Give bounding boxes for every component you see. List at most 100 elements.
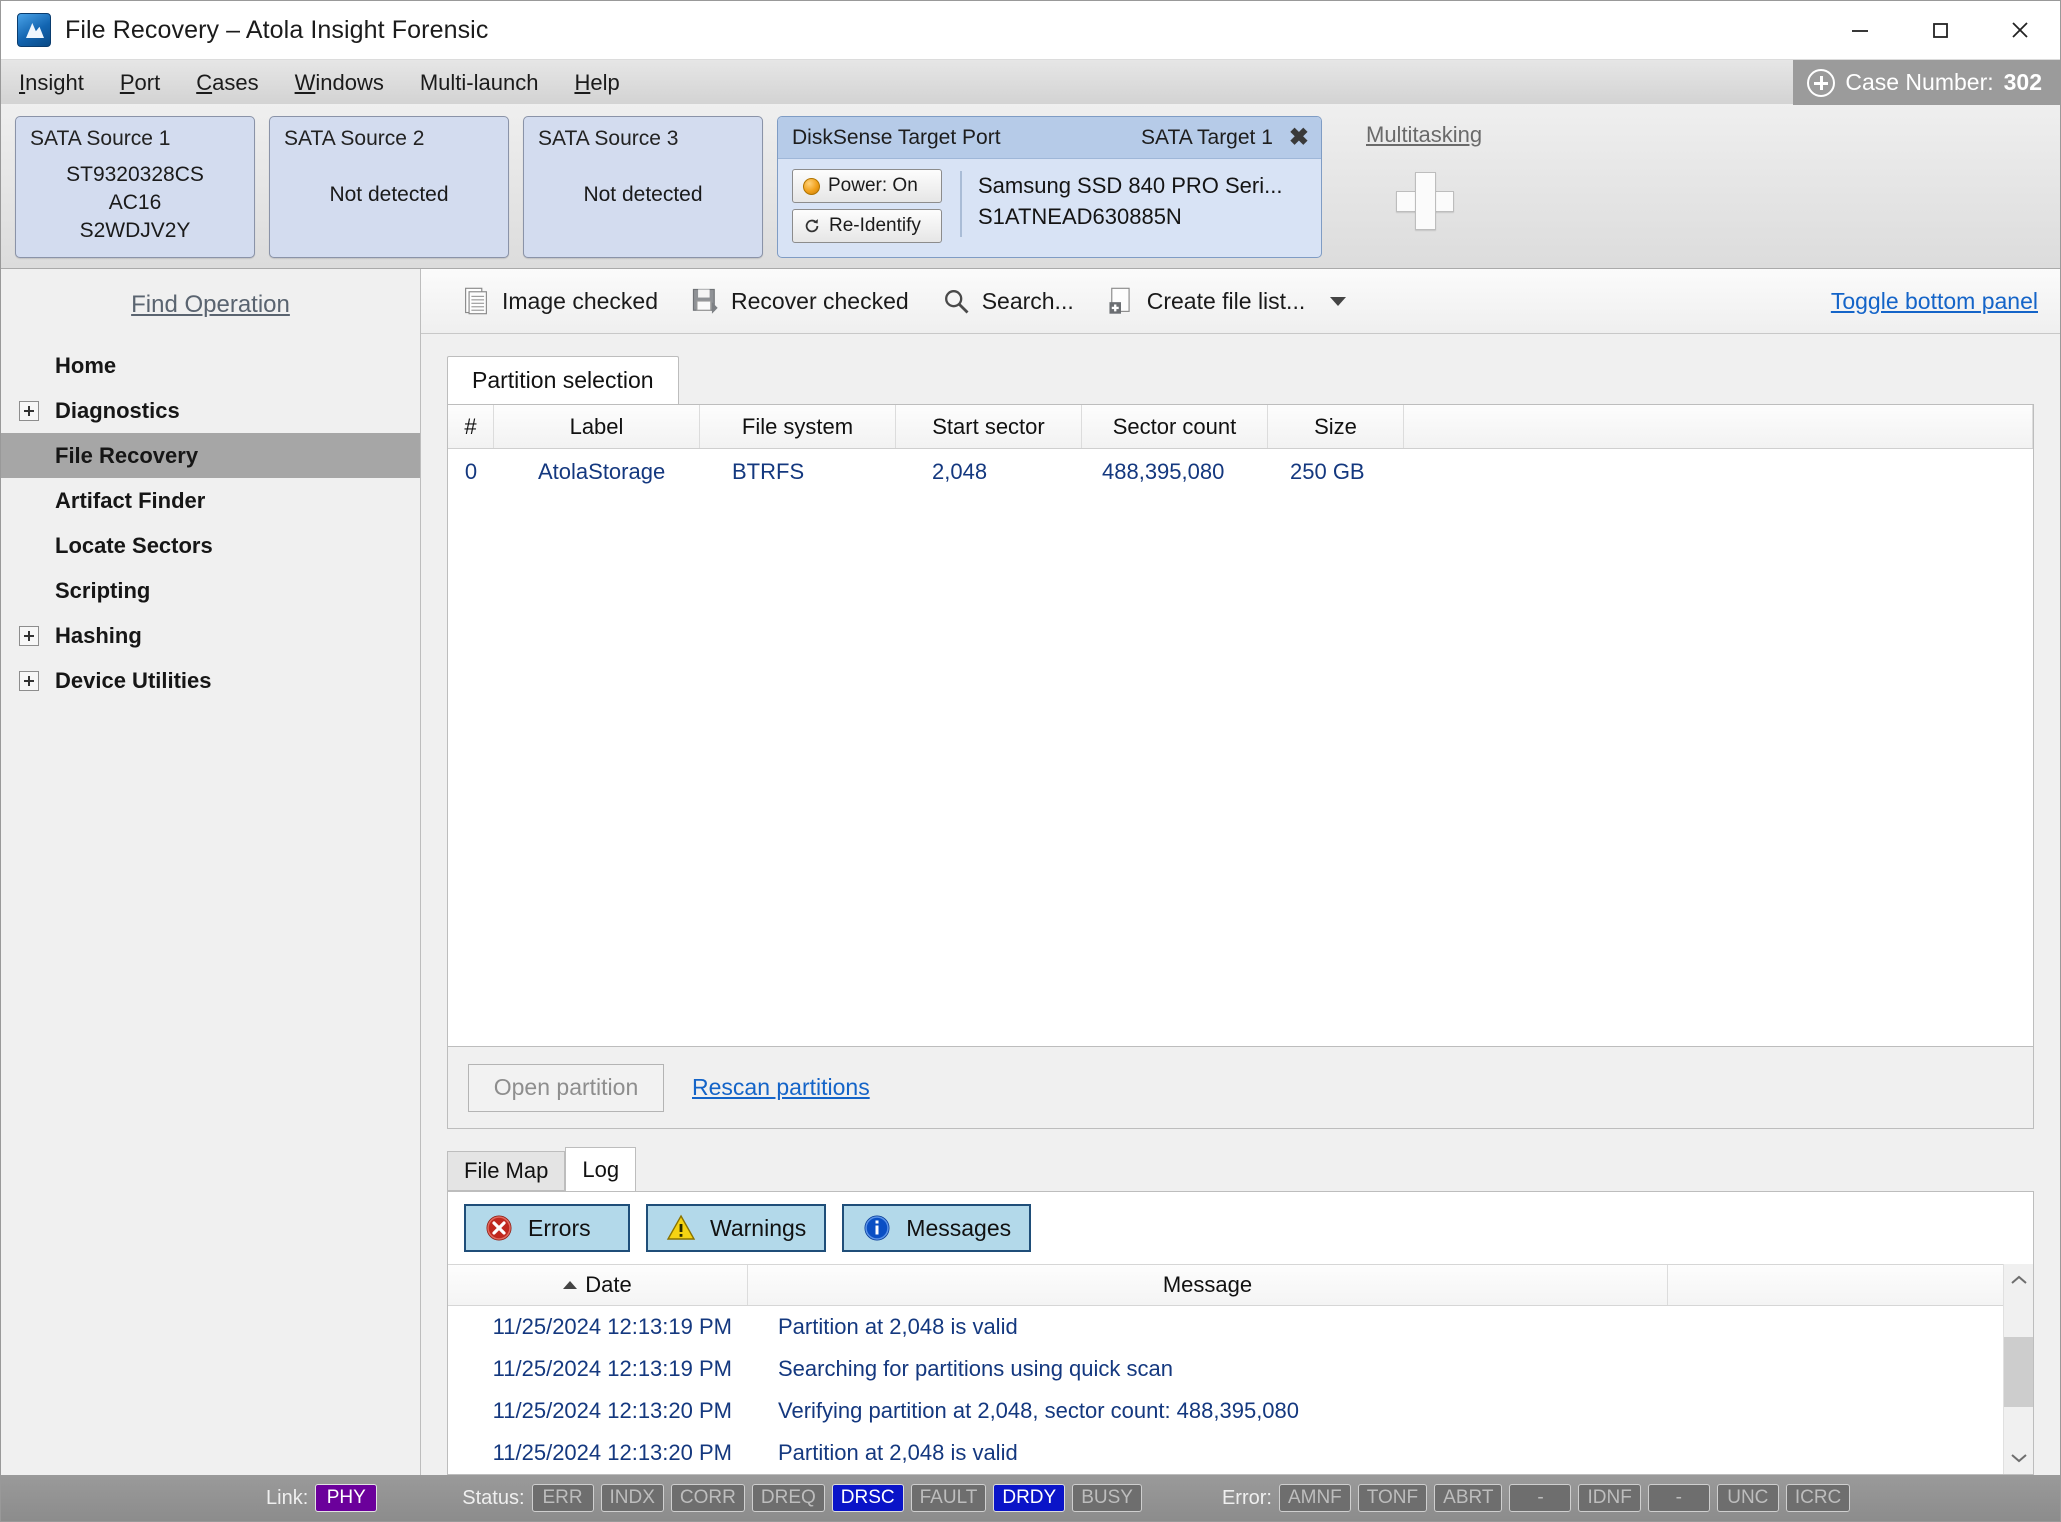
- toggle-bottom-panel-link[interactable]: Toggle bottom panel: [1831, 288, 2038, 315]
- column-header-start-sector[interactable]: Start sector: [896, 405, 1082, 448]
- status-flag-indx: INDX: [600, 1484, 664, 1512]
- link-group: Link: PHY: [266, 1484, 378, 1512]
- partition-table-header: # Label File system Start sector Sector …: [448, 405, 2033, 449]
- sidebar-item-home[interactable]: Home: [1, 343, 420, 388]
- close-button[interactable]: [1980, 1, 2060, 59]
- power-button[interactable]: Power: On: [792, 169, 942, 203]
- sidebar-item-scripting[interactable]: Scripting: [1, 568, 420, 613]
- target-drive-serial: S1ATNEAD630885N: [978, 203, 1182, 229]
- expand-icon[interactable]: [19, 400, 39, 421]
- column-header-file-system[interactable]: File system: [700, 405, 896, 448]
- filter-warnings-button[interactable]: Warnings: [646, 1204, 827, 1252]
- sidebar-item-file-recovery[interactable]: File Recovery: [1, 433, 420, 478]
- sidebar-item-diagnostics[interactable]: Diagnostics: [1, 388, 420, 433]
- filter-messages-button[interactable]: Messages: [842, 1204, 1032, 1252]
- document-add-icon: [1109, 287, 1130, 314]
- log-row[interactable]: 11/25/2024 12:13:19 PM Searching for par…: [448, 1348, 2003, 1390]
- column-header-number[interactable]: #: [448, 405, 494, 448]
- scrollbar-track[interactable]: [2004, 1296, 2033, 1442]
- tab-log[interactable]: Log: [565, 1147, 637, 1191]
- filter-errors-button[interactable]: Errors: [464, 1204, 630, 1252]
- link-phy-badge: PHY: [315, 1484, 378, 1512]
- column-header-date[interactable]: Date: [448, 1265, 748, 1305]
- multitasking-link[interactable]: Multitasking: [1366, 122, 1482, 147]
- scrollbar-thumb[interactable]: [2004, 1336, 2033, 1407]
- sidebar-item-hashing[interactable]: Hashing: [1, 613, 420, 658]
- image-checked-button[interactable]: Image checked: [447, 280, 672, 322]
- sidebar-item-label: Locate Sectors: [55, 532, 213, 558]
- menu-item-insight[interactable]: Insight: [1, 60, 102, 105]
- sidebar-item-label: Home: [55, 352, 117, 378]
- filter-warnings-label: Warnings: [710, 1214, 807, 1241]
- status-flag-err: ERR: [531, 1484, 594, 1512]
- column-header-log-spacer: [1668, 1265, 2003, 1305]
- sata-source-2-status: Not detected: [329, 183, 449, 206]
- error-icon: [486, 1215, 512, 1241]
- sata-source-3-card[interactable]: SATA Source 3 Not detected: [523, 116, 763, 258]
- close-icon[interactable]: ✖: [1289, 125, 1309, 150]
- table-row[interactable]: 0 AtolaStorage BTRFS 2,048 488,395,080 2…: [448, 449, 2033, 495]
- search-button[interactable]: Search...: [927, 280, 1088, 322]
- column-header-size[interactable]: Size: [1268, 405, 1404, 448]
- cell-size: 250 GB: [1290, 459, 1365, 484]
- column-header-label[interactable]: Label: [494, 405, 700, 448]
- log-message: Verifying partition at 2,048, sector cou…: [778, 1398, 1300, 1423]
- scroll-up-icon[interactable]: [2004, 1264, 2033, 1296]
- chevron-down-icon[interactable]: [1330, 296, 1347, 306]
- log-vertical-scrollbar[interactable]: [2003, 1264, 2033, 1474]
- sata-source-3-title: SATA Source 3: [538, 127, 679, 150]
- error-flag-amnf: AMNF: [1278, 1484, 1351, 1512]
- sidebar-item-device-utilities[interactable]: Device Utilities: [1, 658, 420, 703]
- menu-item-cases[interactable]: Cases: [178, 60, 276, 105]
- power-led-icon: [803, 177, 820, 195]
- find-operation-link[interactable]: Find Operation: [1, 291, 420, 319]
- menu-item-windows[interactable]: Windows: [277, 60, 402, 105]
- log-table-header: Date Message: [448, 1264, 2003, 1306]
- disksense-target-port-card[interactable]: DiskSense Target Port SATA Target 1 ✖ Po…: [777, 116, 1322, 258]
- error-flag-tonf: TONF: [1357, 1484, 1428, 1512]
- open-partition-button[interactable]: Open partition: [468, 1063, 664, 1112]
- tab-file-map[interactable]: File Map: [447, 1151, 566, 1191]
- link-label: Link:: [266, 1486, 309, 1509]
- divider: [960, 171, 962, 237]
- log-filter-row: Errors Warnings Messages: [448, 1192, 2033, 1264]
- error-flag-unc: UNC: [1716, 1484, 1779, 1512]
- column-header-sector-count[interactable]: Sector count: [1082, 405, 1268, 448]
- case-number-badge[interactable]: Case Number: 302: [1793, 60, 2060, 105]
- menu-item-multi-launch[interactable]: Multi-launch: [402, 60, 557, 105]
- re-identify-button[interactable]: Re-Identify: [792, 209, 942, 243]
- expand-icon[interactable]: [19, 670, 39, 691]
- application-window: File Recovery – Atola Insight Forensic I…: [0, 0, 2061, 1522]
- minimize-button[interactable]: [1820, 1, 1900, 59]
- status-flag-corr: CORR: [670, 1484, 745, 1512]
- sata-source-2-card[interactable]: SATA Source 2 Not detected: [269, 116, 509, 258]
- rescan-partitions-link[interactable]: Rescan partitions: [692, 1074, 870, 1101]
- partition-selection-panel: Partition selection # Label File system …: [447, 356, 2034, 1129]
- menu-item-port[interactable]: Port: [102, 60, 178, 105]
- tab-partition-selection[interactable]: Partition selection: [447, 356, 679, 404]
- sidebar-item-locate-sectors[interactable]: Locate Sectors: [1, 523, 420, 568]
- expand-icon[interactable]: [19, 625, 39, 646]
- log-row[interactable]: 11/25/2024 12:13:19 PM Partition at 2,04…: [448, 1306, 2003, 1348]
- log-date: 11/25/2024 12:13:19 PM: [492, 1356, 732, 1381]
- sata-source-2-title: SATA Source 2: [284, 127, 425, 150]
- re-identify-label: Re-Identify: [829, 215, 921, 236]
- sata-source-1-card[interactable]: SATA Source 1 ST9320328CS AC16 S2WDJV2Y: [15, 116, 255, 258]
- sidebar-item-label: Device Utilities: [55, 667, 212, 693]
- add-task-plus-icon[interactable]: [1396, 172, 1454, 230]
- sidebar-item-artifact-finder[interactable]: Artifact Finder: [1, 478, 420, 523]
- error-flag-idnf: IDNF: [1578, 1484, 1641, 1512]
- scroll-down-icon[interactable]: [2004, 1442, 2033, 1474]
- recover-checked-button[interactable]: Recover checked: [676, 280, 923, 322]
- status-flag-busy: BUSY: [1072, 1484, 1142, 1512]
- sidebar-item-label: Scripting: [55, 577, 151, 603]
- log-row[interactable]: 11/25/2024 12:13:20 PM Partition at 2,04…: [448, 1432, 2003, 1474]
- multitasking-section: Multitasking: [1366, 116, 1482, 230]
- column-header-message[interactable]: Message: [748, 1265, 1668, 1305]
- log-row[interactable]: 11/25/2024 12:13:20 PM Verifying partiti…: [448, 1390, 2003, 1432]
- maximize-button[interactable]: [1900, 1, 1980, 59]
- error-group: Error: AMNF TONF ABRT - IDNF - UNC ICRC: [1222, 1484, 1851, 1512]
- menu-item-help[interactable]: Help: [556, 60, 637, 105]
- save-disk-icon: [692, 288, 718, 314]
- create-file-list-button[interactable]: Create file list...: [1092, 280, 1361, 322]
